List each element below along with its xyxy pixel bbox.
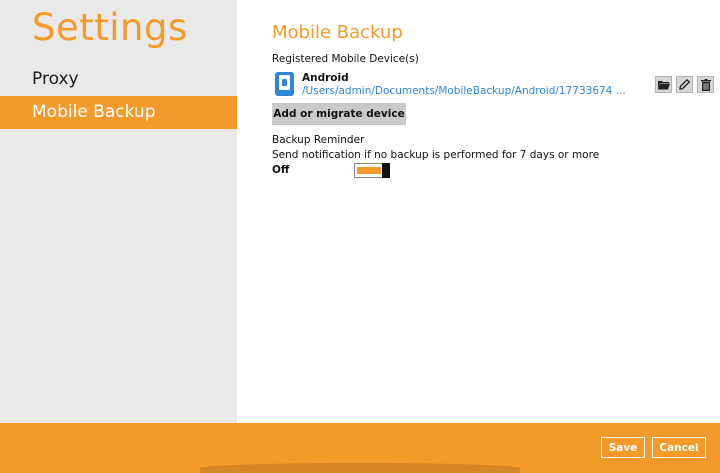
backup-reminder-label: Backup Reminder — [272, 134, 365, 146]
add-or-migrate-device-button[interactable]: Add or migrate device — [272, 103, 406, 125]
sidebar-item-proxy[interactable]: Proxy — [0, 63, 237, 96]
trash-icon — [700, 78, 711, 91]
device-path: /Users/admin/Documents/MobileBackup/Andr… — [302, 85, 626, 97]
footer-bar: Save Cancel — [0, 423, 720, 473]
backup-reminder-toggle[interactable] — [354, 163, 390, 178]
notify-prefix: Send notification if — [272, 149, 371, 161]
notification-condition: Send notification if no backup is perfor… — [272, 149, 599, 161]
save-button[interactable]: Save — [601, 437, 645, 458]
toggle-fill — [357, 167, 381, 174]
mobile-device-icon — [275, 72, 294, 96]
toggle-knob[interactable] — [382, 163, 390, 178]
folder-icon — [657, 80, 670, 89]
sidebar-item-mobile-backup[interactable]: Mobile Backup — [0, 96, 237, 129]
sidebar-title: Settings — [32, 6, 188, 49]
device-row: Android /Users/admin/Documents/MobileBac… — [272, 71, 714, 98]
device-name: Android — [302, 72, 349, 84]
cancel-button[interactable]: Cancel — [652, 437, 706, 458]
toggle-state-label: Off — [272, 164, 290, 176]
footer-shadow — [200, 463, 520, 473]
registered-devices-label: Registered Mobile Device(s) — [272, 53, 419, 65]
open-folder-button[interactable] — [655, 76, 672, 93]
edit-button[interactable] — [676, 76, 693, 93]
pencil-icon — [679, 79, 690, 90]
page-title: Mobile Backup — [272, 22, 403, 43]
notify-condition[interactable]: no backup is performed for — [374, 149, 516, 161]
main-panel: Mobile Backup Registered Mobile Device(s… — [237, 0, 720, 423]
delete-button[interactable] — [697, 76, 714, 93]
notify-period[interactable]: 7 days or more — [520, 149, 599, 161]
sidebar: Settings Proxy Mobile Backup — [0, 0, 237, 423]
